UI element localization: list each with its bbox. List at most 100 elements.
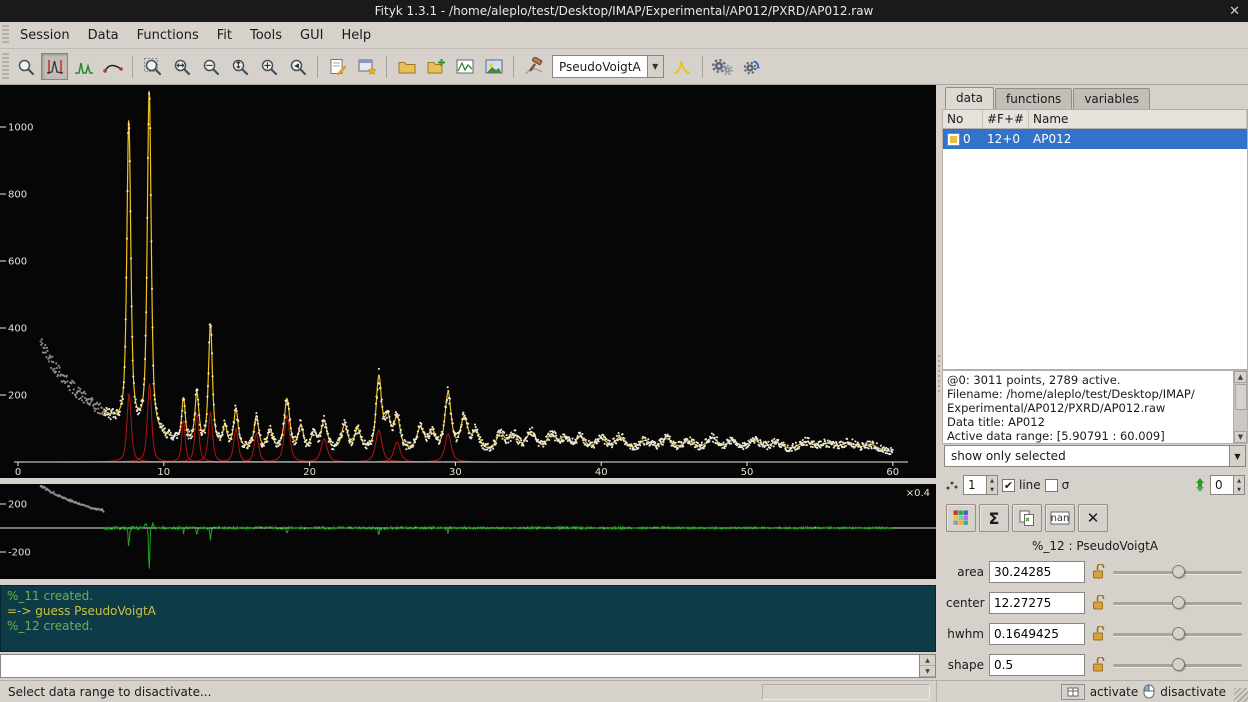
status-config-button[interactable] [1061,684,1085,700]
param-input-area[interactable] [989,561,1085,583]
scroll-down-icon[interactable]: ▼ [1234,431,1247,443]
line-checkbox[interactable]: ✔ [1002,479,1015,492]
param-slider-hwhm[interactable] [1111,626,1244,642]
input-history-spinner[interactable]: ▲ ▼ [920,654,936,678]
save-image-icon[interactable] [480,53,507,80]
param-input-shape[interactable] [989,654,1085,676]
slider-thumb[interactable] [1172,627,1185,640]
param-slider-shape[interactable] [1111,657,1244,673]
sum-button[interactable]: Σ [979,504,1009,532]
menu-functions[interactable]: Functions [128,25,208,46]
edit-script-icon[interactable] [324,53,351,80]
menu-gui[interactable]: GUI [291,25,332,46]
tab-data[interactable]: data [945,87,994,109]
copy-data-button[interactable] [1012,504,1042,532]
svg-text:1000: 1000 [8,123,33,134]
data-table-body[interactable]: 0 12+0 AP012 [942,129,1248,370]
tab-variables[interactable]: variables [1073,88,1150,109]
dataset-row[interactable]: 0 12+0 AP012 [943,129,1247,149]
auxiliary-plot[interactable]: 200-200×0.4 [0,484,936,579]
open-file-icon[interactable] [393,53,420,80]
activate-label: activate [1090,685,1139,699]
menubar-drag-handle[interactable] [2,25,9,46]
aux-scale-label: ×0.4 [906,488,930,499]
chevron-down-icon[interactable]: ▼ [1229,446,1245,466]
menu-session[interactable]: Session [11,25,79,46]
zoom-out-icon[interactable]: − [197,53,224,80]
lock-icon[interactable] [1090,564,1106,580]
delete-data-button[interactable]: ✕ [1078,504,1108,532]
spin-up-icon[interactable]: ▲ [1234,476,1244,485]
gui-settings-icon[interactable] [353,53,380,80]
dataset-colors-button[interactable] [946,504,976,532]
slider-thumb[interactable] [1172,596,1185,609]
add-peak-mode-icon[interactable] [70,53,97,80]
history-down-icon[interactable]: ▼ [920,666,935,677]
chevron-down-icon[interactable]: ▼ [647,56,663,77]
console-line: %_11 created. [7,589,929,604]
dataset-checkbox[interactable] [947,133,960,146]
undo-fit-icon[interactable] [738,53,765,80]
info-scrollbar[interactable]: ▲ ▼ [1233,371,1247,443]
export-plot-icon[interactable] [451,53,478,80]
sketch-background-mode-icon[interactable] [99,53,126,80]
run-fit-icon[interactable] [520,53,547,80]
param-input-hwhm[interactable] [989,623,1085,645]
command-input[interactable] [0,654,920,678]
menu-fit[interactable]: Fit [208,25,241,46]
param-row-shape: shape [942,649,1248,680]
menu-help[interactable]: Help [332,25,380,46]
resize-grip[interactable] [1234,688,1248,702]
sigma-checkbox[interactable] [1045,479,1058,492]
zoom-previous-icon[interactable]: ◂ [284,53,311,80]
scroll-thumb[interactable] [1235,384,1247,410]
param-slider-center[interactable] [1111,595,1244,611]
command-input-row: ▲ ▼ [0,654,936,680]
shift-spinner[interactable]: 0 ▲▼ [1210,475,1245,495]
show-filter-select[interactable]: show only selected ▼ [944,445,1246,467]
guess-peak-icon[interactable] [669,53,696,80]
aux-plot-svg[interactable]: 200-200×0.4 [0,484,936,579]
point-size-spinner[interactable]: 1 ▲▼ [963,475,998,495]
sidebar: datafunctionsvariables No #F+# Name 0 12… [942,85,1248,680]
spin-up-icon[interactable]: ▲ [987,476,997,485]
sigma-checkbox-label: σ [1062,478,1070,492]
zoom-all-icon[interactable] [139,53,166,80]
lock-icon[interactable] [1090,626,1106,642]
append-file-icon[interactable] [422,53,449,80]
param-input-center[interactable] [989,592,1085,614]
slider-thumb[interactable] [1172,565,1185,578]
shift-updown-icon[interactable] [1194,477,1206,493]
close-icon[interactable]: ✕ [1229,0,1240,22]
slider-thumb[interactable] [1172,658,1185,671]
function-type-select[interactable]: PseudoVoigtA▼ [552,55,664,78]
execute-gears-icon[interactable] [709,53,736,80]
zoom-x-icon[interactable]: ↔ [168,53,195,80]
toolbar-drag-handle[interactable] [2,53,9,81]
main-plot[interactable]: 01020304050602004006008001000 [0,85,936,478]
menu-data[interactable]: Data [79,25,128,46]
parameter-panel: area center hwhm shape [942,556,1248,680]
column-no[interactable]: No [943,110,983,128]
column-functions[interactable]: #F+# [983,110,1029,128]
data-range-mode-icon[interactable] [41,53,68,80]
main-plot-svg[interactable]: 01020304050602004006008001000 [0,85,936,478]
output-console[interactable]: %_11 created.=-> guess PseudoVoigtA%_12 … [0,585,936,652]
menu-tools[interactable]: Tools [241,25,291,46]
spin-down-icon[interactable]: ▼ [1234,485,1244,494]
lock-icon[interactable] [1090,595,1106,611]
svg-text:200: 200 [8,500,27,511]
transform-data-button[interactable]: nan [1045,504,1075,532]
zoom-mode-icon[interactable] [12,53,39,80]
plot-column: 01020304050602004006008001000 200-200×0.… [0,85,936,680]
tab-functions[interactable]: functions [995,88,1072,109]
param-slider-area[interactable] [1111,564,1244,580]
lock-icon[interactable] [1090,657,1106,673]
spin-down-icon[interactable]: ▼ [987,485,997,494]
zoom-in-icon[interactable]: + [255,53,282,80]
column-name[interactable]: Name [1029,110,1247,128]
history-up-icon[interactable]: ▲ [920,655,935,666]
param-row-hwhm: hwhm [942,618,1248,649]
zoom-y-icon[interactable]: ↕ [226,53,253,80]
scroll-up-icon[interactable]: ▲ [1234,371,1247,383]
